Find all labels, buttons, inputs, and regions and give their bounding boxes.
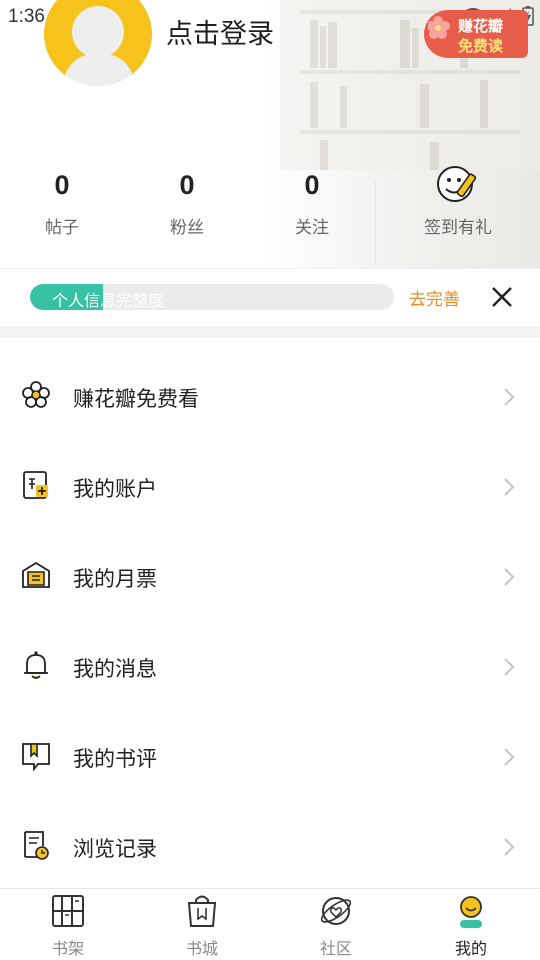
- profile-completeness-bar: 个人信息完整度 去完善: [0, 268, 540, 326]
- tab-me[interactable]: 我的: [421, 893, 521, 959]
- signin-reward-button[interactable]: 签到有礼: [410, 163, 506, 238]
- stat-fans-label: 粉丝: [170, 218, 204, 238]
- chevron-right-icon: [504, 658, 515, 676]
- close-icon[interactable]: [490, 285, 514, 309]
- stat-following[interactable]: 0 关注: [262, 165, 362, 238]
- bell-icon: [24, 651, 48, 679]
- stat-following-label: 关注: [295, 218, 329, 238]
- avatar[interactable]: [44, 0, 152, 86]
- menu-list: 赚花瓣免费看 我的账户 我的月票 我的消息 我的书评 浏览记录: [0, 338, 540, 878]
- account-icon: [23, 471, 48, 499]
- chevron-right-icon: [504, 748, 515, 766]
- book-review-icon: [22, 743, 50, 771]
- progress-label: 个人信息完整度: [52, 291, 165, 310]
- menu-item-history[interactable]: 浏览记录: [0, 788, 540, 878]
- progress-track: 个人信息完整度: [30, 284, 394, 310]
- stats-divider: [375, 180, 376, 265]
- stat-fans-value: 0: [179, 170, 195, 200]
- bottom-tab-bar: 书架 书城 社区 我的: [0, 888, 540, 960]
- stat-posts-value: 0: [54, 170, 70, 200]
- chevron-right-icon: [504, 478, 515, 496]
- menu-label-earn-petals: 赚花瓣免费看: [73, 387, 199, 411]
- avatar-body-placeholder: [64, 54, 134, 86]
- stat-posts[interactable]: 0 帖子: [12, 165, 112, 238]
- menu-item-monthly-ticket[interactable]: 我的月票: [0, 518, 540, 609]
- promo-line1: 赚花瓣: [458, 17, 504, 35]
- chevron-right-icon: [504, 388, 515, 406]
- menu-label-monthly-ticket: 我的月票: [73, 567, 157, 591]
- signin-smiley-pen-icon: [437, 166, 477, 202]
- menu-label-account: 我的账户: [73, 477, 157, 501]
- tab-label-bookstore: 书城: [185, 939, 218, 958]
- stat-posts-label: 帖子: [45, 218, 79, 238]
- tab-community[interactable]: 社区: [286, 893, 386, 959]
- chevron-right-icon: [504, 838, 515, 856]
- signin-label: 签到有礼: [424, 218, 492, 238]
- menu-item-book-reviews[interactable]: 我的书评: [0, 698, 540, 789]
- login-link[interactable]: 点击登录: [166, 12, 274, 51]
- menu-label-messages: 我的消息: [73, 657, 157, 681]
- menu-item-earn-petals[interactable]: 赚花瓣免费看: [0, 338, 540, 429]
- stat-following-value: 0: [304, 170, 320, 200]
- me-avatar-icon: [460, 896, 482, 928]
- community-planet-icon: [320, 897, 352, 925]
- menu-label-history: 浏览记录: [73, 837, 157, 861]
- menu-item-account[interactable]: 我的账户: [0, 428, 540, 519]
- ticket-icon: [22, 561, 50, 588]
- bookstore-bag-icon: [187, 895, 217, 927]
- tab-bookshelf[interactable]: 书架: [18, 893, 118, 959]
- tab-label-bookshelf: 书架: [51, 939, 84, 958]
- bookshelf-icon: [52, 895, 84, 927]
- promo-line2: 免费读: [458, 37, 504, 55]
- complete-profile-link[interactable]: 去完善: [409, 285, 460, 310]
- tab-label-me: 我的: [454, 939, 487, 958]
- history-icon: [24, 831, 49, 860]
- earn-petals-promo-badge[interactable]: 赚花瓣 免费读: [424, 10, 528, 58]
- chevron-right-icon: [504, 568, 515, 586]
- menu-label-book-reviews: 我的书评: [73, 747, 157, 771]
- section-gap: [0, 326, 540, 338]
- stat-fans[interactable]: 0 粉丝: [137, 165, 237, 238]
- flower-icon: [22, 381, 50, 408]
- tab-bookstore[interactable]: 书城: [152, 893, 252, 959]
- status-time: 1:36: [8, 6, 45, 27]
- menu-item-messages[interactable]: 我的消息: [0, 608, 540, 699]
- tab-label-community: 社区: [319, 939, 352, 958]
- avatar-head-placeholder: [72, 6, 124, 58]
